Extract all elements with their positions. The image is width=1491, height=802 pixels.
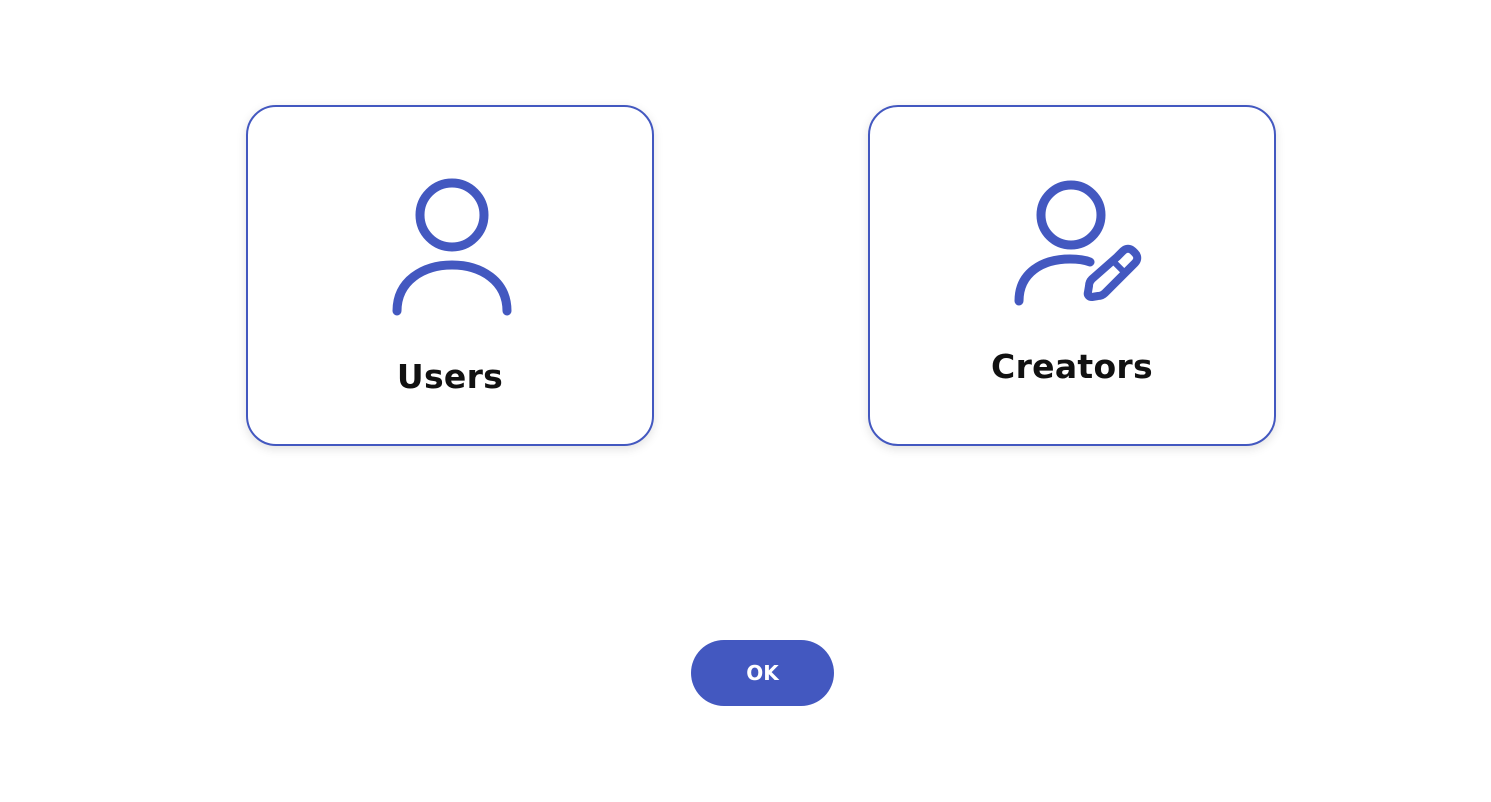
user-edit-icon: [1014, 180, 1142, 306]
ok-button[interactable]: OK: [691, 640, 834, 706]
users-option-card[interactable]: Users: [246, 105, 654, 446]
role-selection-page: Users Creators OK: [0, 0, 1491, 802]
user-icon: [392, 178, 512, 316]
creators-option-card[interactable]: Creators: [868, 105, 1276, 446]
creators-option-label: Creators: [991, 347, 1153, 386]
users-option-label: Users: [396, 357, 504, 396]
